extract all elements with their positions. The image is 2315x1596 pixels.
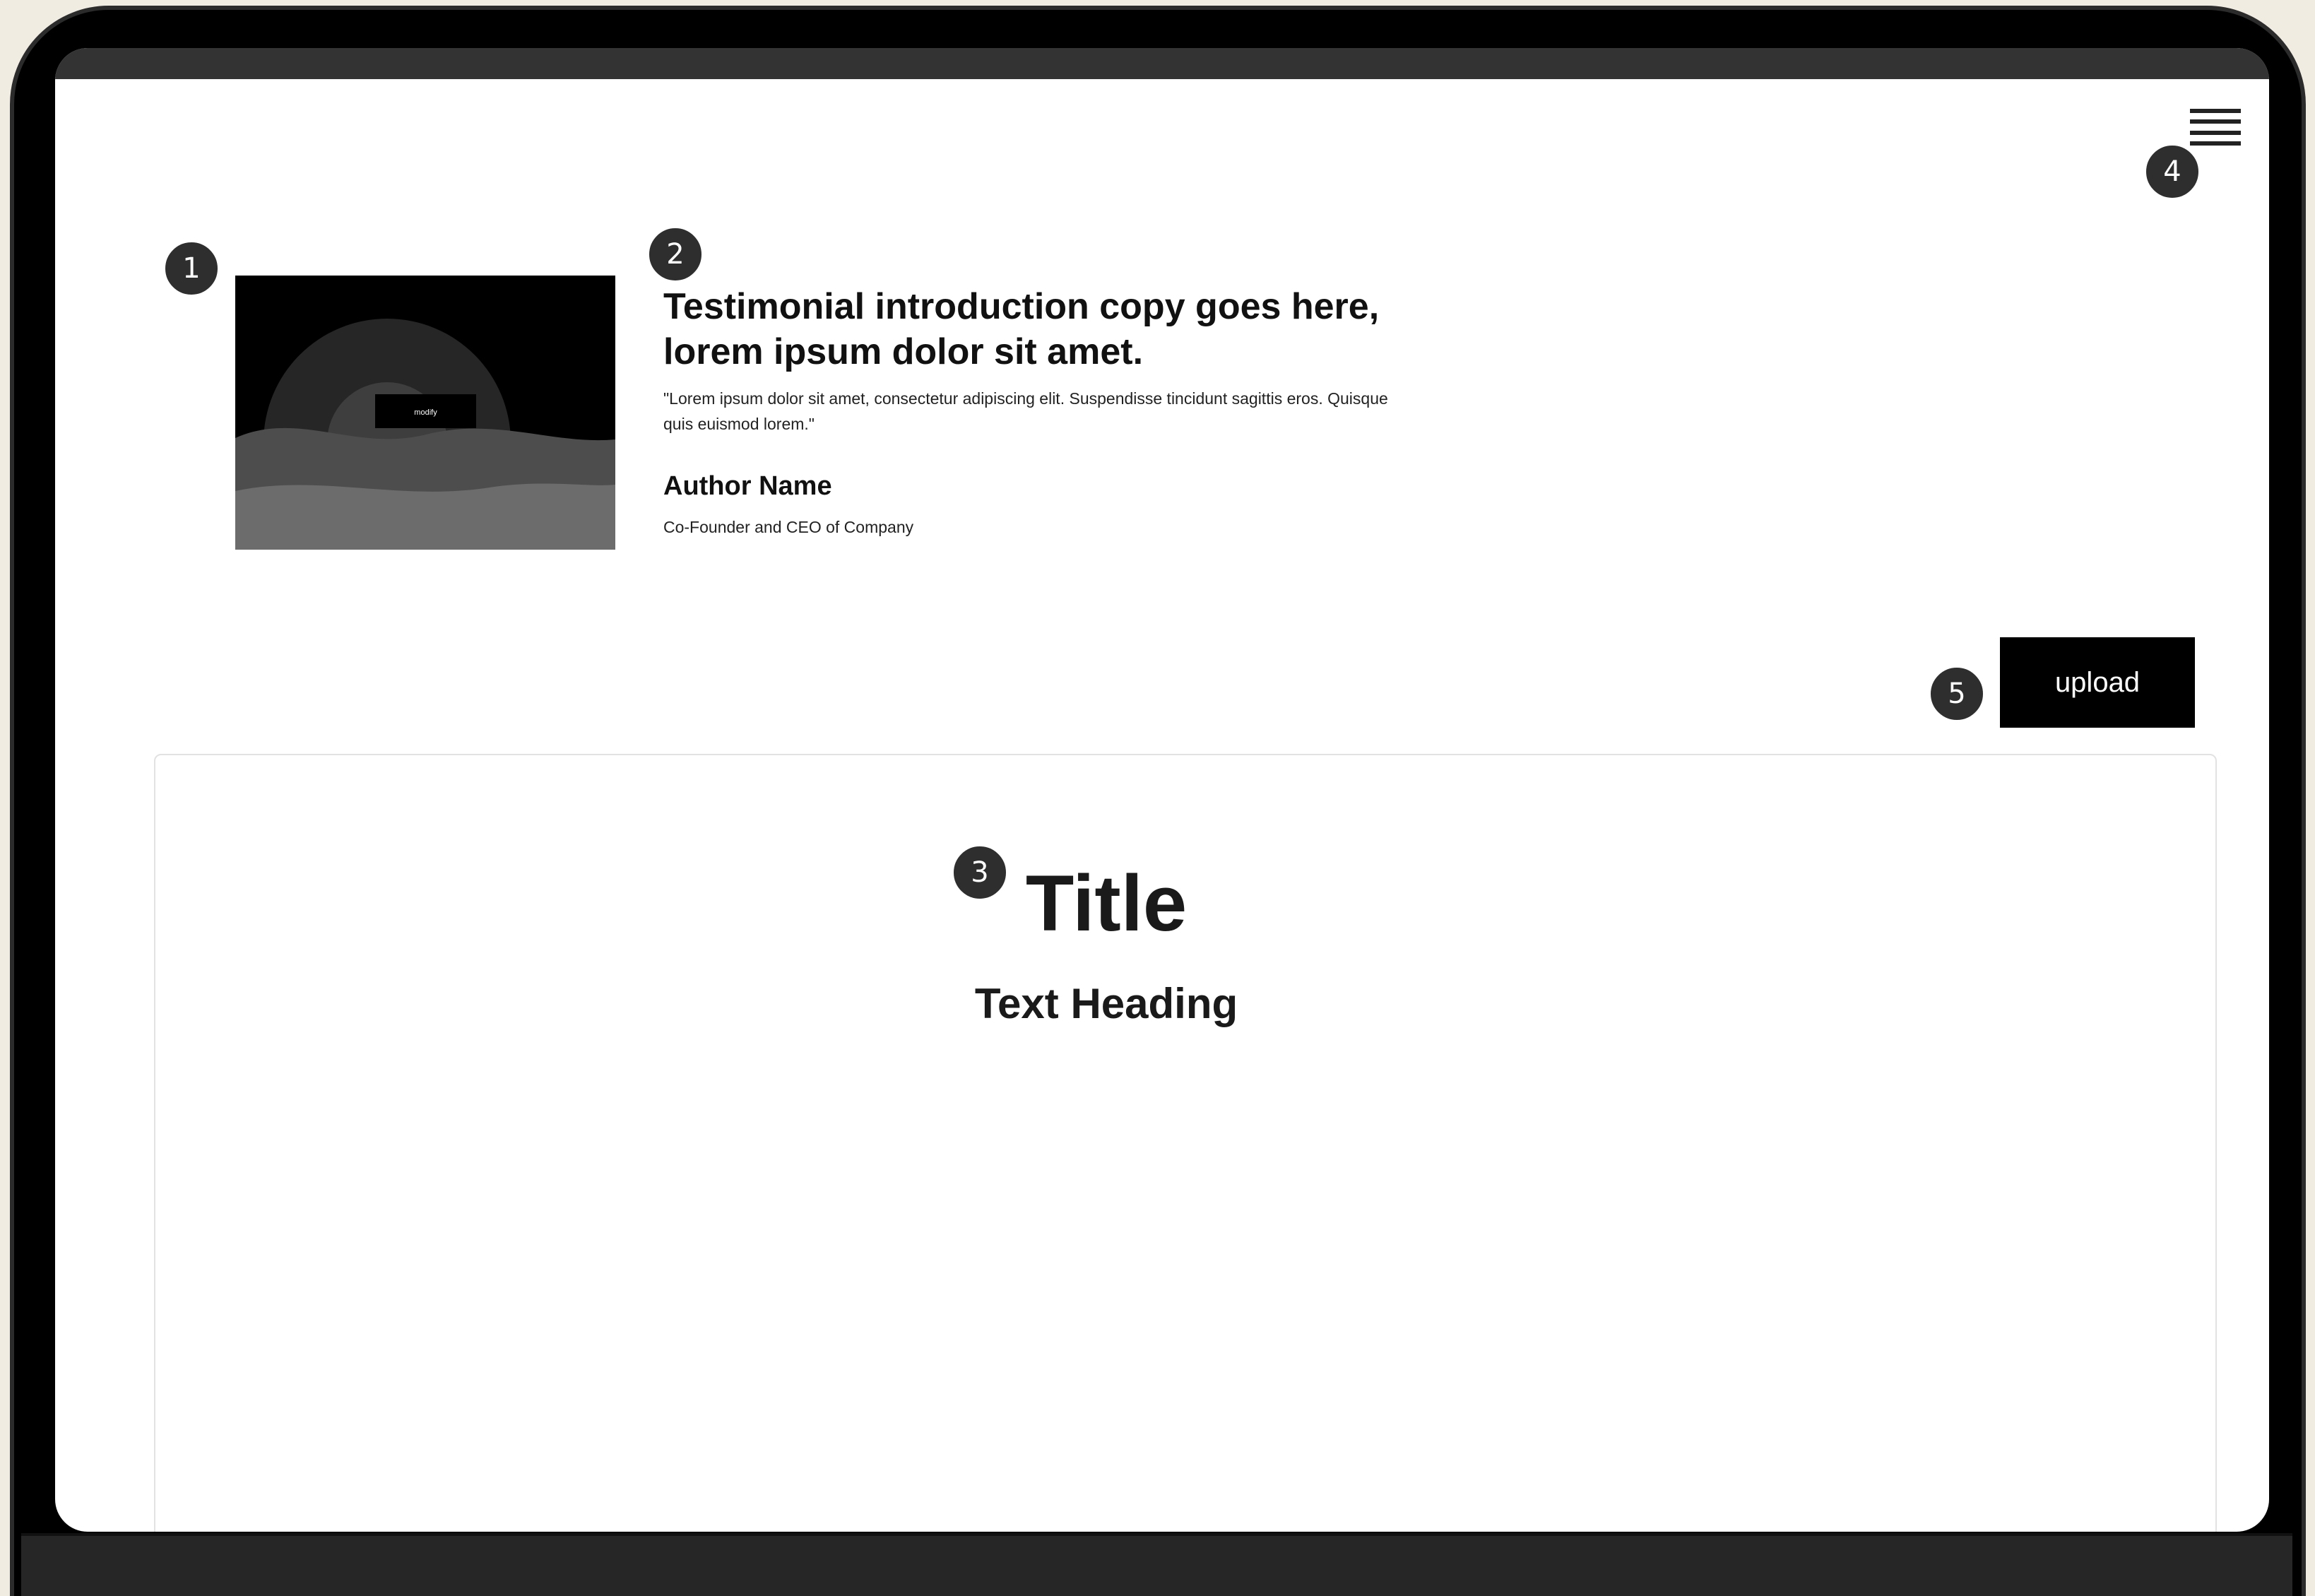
author-name: Author Name bbox=[663, 471, 832, 501]
annotation-marker-5: 5 bbox=[1928, 665, 1986, 723]
content-panel: Title Text Heading bbox=[154, 754, 2217, 1532]
browser-top-bar bbox=[55, 48, 2269, 79]
menu-line bbox=[2190, 130, 2241, 135]
image-modify-label: modify bbox=[414, 408, 437, 417]
device-base bbox=[21, 1533, 2292, 1596]
annotation-marker-3: 3 bbox=[951, 844, 1009, 902]
author-title: Co-Founder and CEO of Company bbox=[663, 518, 914, 536]
screen: modify Testimonial introduction copy goe… bbox=[55, 48, 2269, 1532]
testimonial-headline: Testimonial introduction copy goes here,… bbox=[663, 286, 1380, 372]
testimonial-quote: "Lorem ipsum dolor sit amet, consectetur… bbox=[663, 389, 1388, 433]
menu-line bbox=[2190, 141, 2241, 146]
hamburger-menu-icon[interactable] bbox=[2190, 109, 2241, 146]
testimonial-image[interactable]: modify bbox=[235, 276, 615, 550]
annotation-marker-1: 1 bbox=[162, 240, 220, 297]
annotation-marker-2: 2 bbox=[646, 225, 704, 283]
annotation-marker-4: 4 bbox=[2143, 143, 2201, 201]
panel-heading: Text Heading bbox=[974, 980, 1238, 1027]
image-placeholder-icon: modify bbox=[235, 276, 615, 550]
panel-title: Title bbox=[1025, 859, 1188, 947]
upload-button[interactable]: upload bbox=[2000, 637, 2195, 728]
menu-line bbox=[2190, 109, 2241, 113]
menu-line bbox=[2190, 119, 2241, 124]
